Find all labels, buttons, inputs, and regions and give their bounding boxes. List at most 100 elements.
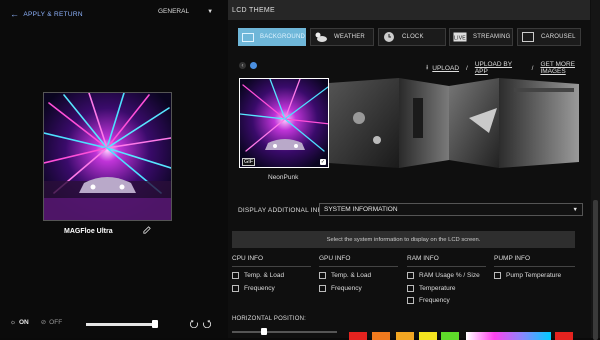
checkbox-icon (319, 285, 326, 292)
gpu-frequency-checkbox[interactable]: Frequency (319, 285, 362, 292)
mode-value: GENERAL (158, 8, 190, 15)
svg-text:LIVE: LIVE (454, 36, 466, 42)
additional-info-dropdown[interactable]: SYSTEM INFORMATION ▼ (319, 203, 583, 216)
background-icon (242, 31, 254, 43)
gpu-temp-load-checkbox[interactable]: Temp. & Load (319, 272, 371, 279)
device-name: MAGFloe Ultra (64, 228, 113, 235)
horizontal-position-slider[interactable] (232, 331, 337, 333)
brightness-slider-fill (86, 323, 153, 326)
previous-page-button[interactable]: ‹ (239, 62, 246, 69)
live-icon: LIVE (453, 31, 467, 43)
checkbox-label: RAM Usage % / Size (419, 272, 480, 279)
hint-text: Select the system information to display… (326, 236, 481, 243)
gif-badge: GIF (242, 158, 256, 166)
ram-temperature-checkbox[interactable]: Temperature (407, 285, 456, 292)
page-indicator-dot[interactable] (250, 62, 257, 69)
cpu-temp-load-checkbox[interactable]: Temp. & Load (232, 272, 284, 279)
checkbox-label: Pump Temperature (506, 272, 562, 279)
horizontal-position-knob[interactable] (261, 328, 267, 335)
upload-links: ⭳ UPLOAD / UPLOAD BY APP / GET MORE IMAG… (426, 61, 600, 75)
selected-thumbnail[interactable]: GIF ✓ (239, 78, 329, 168)
ram-frequency-checkbox[interactable]: Frequency (407, 297, 450, 304)
checkbox-icon (232, 285, 239, 292)
divider (407, 266, 486, 267)
apply-return-label: APPLY & RETURN (23, 10, 83, 18)
checkbox-label: Frequency (331, 285, 362, 292)
scrollbar-thumb[interactable] (593, 200, 598, 340)
neon-tunnel-image (44, 93, 171, 220)
pump-temperature-checkbox[interactable]: Pump Temperature (494, 272, 561, 279)
tab-weather[interactable]: WEATHER (310, 28, 374, 46)
thumbnail-carousel (329, 78, 579, 168)
pencil-icon[interactable] (143, 226, 151, 234)
tab-carousel[interactable]: CAROUSEL (517, 28, 581, 46)
checkbox-icon (494, 272, 501, 279)
checkbox-icon (232, 272, 239, 279)
checkbox-icon (407, 272, 414, 279)
background-thumbnails[interactable] (329, 78, 579, 168)
checkbox-label: Frequency (419, 297, 450, 304)
cpu-frequency-checkbox[interactable]: Frequency (232, 285, 275, 292)
selected-thumbnail-name: NeonPunk (268, 174, 299, 181)
tab-streaming[interactable]: LIVE STREAMING (449, 28, 513, 46)
chevron-down-icon: ▼ (572, 206, 578, 213)
rotate-left-icon[interactable] (190, 319, 199, 328)
sun-icon: ☼ (10, 318, 16, 326)
get-more-images-link[interactable]: GET MORE IMAGES (540, 61, 600, 75)
clock-icon (382, 31, 396, 43)
checkbox-icon (407, 297, 414, 304)
checkbox-label: Temperature (419, 285, 456, 292)
weather-icon (314, 31, 328, 43)
hint-bar: Select the system information to display… (232, 231, 575, 248)
tab-label: WEATHER (334, 34, 365, 40)
section-title: LCD THEME (232, 7, 276, 14)
separator: / (531, 64, 534, 72)
lcd-toggle-row: ☼ ON ⊘ OFF (10, 318, 62, 327)
toggle-off[interactable]: OFF (49, 319, 62, 326)
brightness-slider-knob[interactable] (152, 320, 158, 328)
tab-background[interactable]: BACKGROUND (238, 28, 306, 46)
checkbox-label: Temp. & Load (331, 272, 372, 279)
color-swatch-red[interactable] (349, 332, 367, 340)
neonpunk-thumbnail-image (240, 79, 328, 167)
color-swatch-yellow[interactable] (419, 332, 437, 340)
color-swatch-green[interactable] (441, 332, 459, 340)
checkbox-icon (407, 285, 414, 292)
rotate-right-icon[interactable] (202, 319, 211, 328)
color-swatch-red-custom[interactable] (555, 332, 573, 340)
carousel-icon (521, 31, 535, 43)
upload-icon: ⭳ (426, 63, 429, 71)
dropdown-caret-icon: ▼ (207, 8, 214, 15)
upload-by-app-link[interactable]: UPLOAD BY APP (475, 61, 525, 75)
cpu-info-title: CPU INFO (232, 255, 264, 262)
header-bar (228, 0, 590, 20)
upload-link[interactable]: UPLOAD (432, 65, 459, 72)
additional-info-value: SYSTEM INFORMATION (324, 206, 398, 213)
back-arrow-icon: ← (10, 9, 20, 19)
pump-info-title: PUMP INFO (494, 255, 530, 262)
color-swatch-amber[interactable] (396, 332, 414, 340)
tab-clock[interactable]: CLOCK (378, 28, 446, 46)
checkbox-icon (319, 272, 326, 279)
mode-dropdown[interactable]: GENERAL ▼ (158, 8, 213, 15)
tab-label: STREAMING (473, 34, 511, 40)
color-spectrum-picker[interactable] (466, 332, 551, 340)
divider (494, 266, 575, 267)
color-swatch-orange[interactable] (372, 332, 390, 340)
ram-info-title: RAM INFO (407, 255, 439, 262)
toggle-on[interactable]: ON (19, 319, 29, 326)
tab-label: BACKGROUND (260, 34, 306, 40)
checkbox-label: Temp. & Load (244, 272, 285, 279)
apply-return-link[interactable]: ← APPLY & RETURN (10, 9, 83, 19)
horizontal-position-label: HORIZONTAL POSITION: (232, 316, 307, 322)
ram-usage-checkbox[interactable]: RAM Usage % / Size (407, 272, 480, 279)
gpu-info-title: GPU INFO (319, 255, 351, 262)
checkmark-icon: ✓ (320, 159, 326, 165)
tab-label: CLOCK (402, 34, 424, 40)
lcd-preview (43, 92, 172, 221)
separator: / (466, 64, 468, 72)
off-icon: ⊘ (40, 319, 47, 326)
additional-info-label: DISPLAY ADDITIONAL INFO (238, 207, 328, 214)
checkbox-label: Frequency (244, 285, 275, 292)
divider (319, 266, 398, 267)
